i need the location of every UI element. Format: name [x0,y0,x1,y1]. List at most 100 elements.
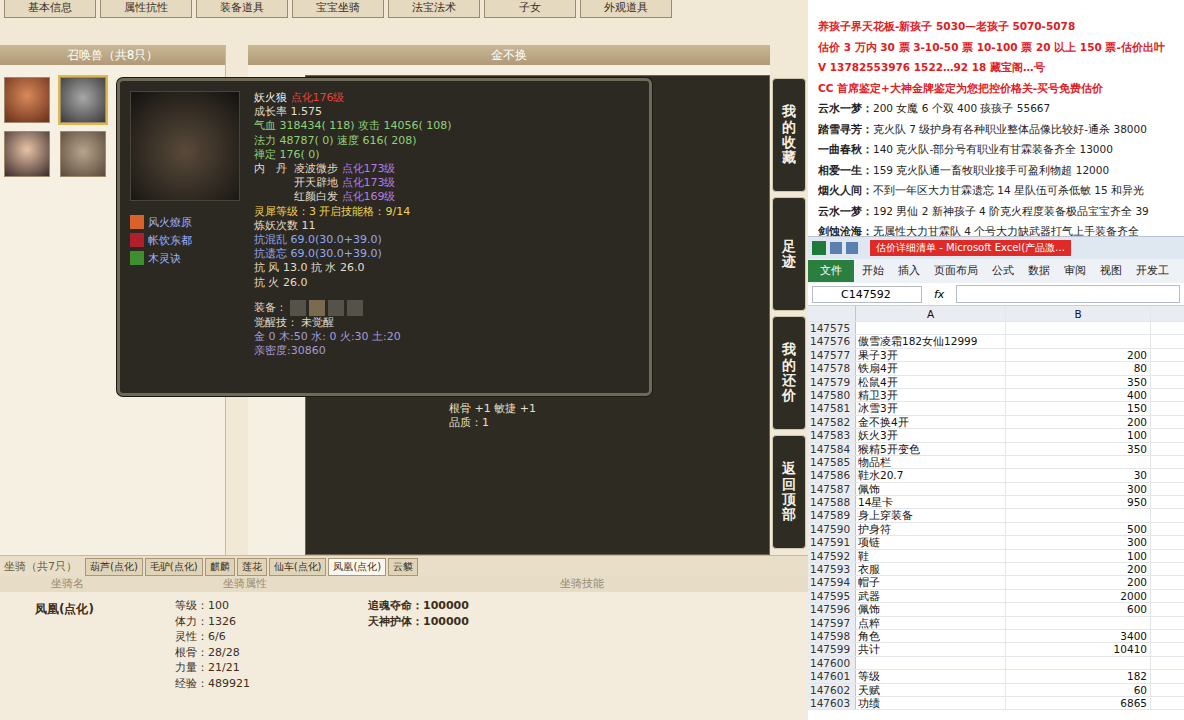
side-button[interactable]: 返回顶部 [772,435,806,549]
mount-tab[interactable]: 凤凰(点化) [328,558,386,576]
cell[interactable] [1006,335,1151,347]
cell[interactable]: 200 [1006,576,1151,588]
top-tab[interactable]: 外观道具 [580,0,672,18]
top-tab[interactable]: 属性抗性 [100,0,192,18]
cell[interactable]: 等级 [856,670,1006,682]
cell[interactable]: 200 [1006,563,1151,575]
cell[interactable]: 200 [1006,416,1151,428]
cell[interactable]: 帽子 [856,576,1006,588]
cell[interactable] [856,657,1006,669]
top-tab[interactable]: 基本信息 [4,0,96,18]
cell[interactable]: 6865 [1006,697,1151,709]
equip-slot[interactable] [328,300,344,316]
cell[interactable]: 150 [1006,402,1151,414]
pet-avatar[interactable] [4,77,50,123]
top-tab[interactable]: 装备道具 [196,0,288,18]
cell[interactable]: 护身符 [856,523,1006,535]
cell[interactable]: 傲雪凌霜182女仙12999 [856,335,1006,347]
name-box[interactable]: C147592 [812,286,922,303]
cell[interactable]: 100 [1006,550,1151,562]
cell[interactable]: 果子3开 [856,349,1006,361]
cell[interactable]: 100 [1006,429,1151,441]
cell[interactable]: 鞋 [856,550,1006,562]
cell[interactable]: 300 [1006,536,1151,548]
cell[interactable] [1006,657,1151,669]
side-button[interactable]: 足迹 [772,197,806,311]
cell[interactable]: 角色 [856,630,1006,642]
cell[interactable]: 300 [1006,483,1151,495]
pet-avatar[interactable] [4,131,50,177]
ribbon-tab[interactable]: 公式 [986,260,1020,282]
mount-tab[interactable]: 莲花 [237,558,267,576]
cell[interactable]: 金不换4开 [856,416,1006,428]
cell[interactable]: 项链 [856,536,1006,548]
cell[interactable]: 182 [1006,670,1151,682]
cell[interactable]: 身上穿装备 [856,509,1006,521]
pet-skill[interactable]: 风火燎原 [130,213,240,231]
pet-skill[interactable]: 帐饮东都 [130,231,240,249]
formula-input[interactable] [956,285,1180,303]
ribbon-tab[interactable]: 开发工 [1130,260,1175,282]
cell[interactable]: 鞋水20.7 [856,469,1006,481]
column-header[interactable]: A [856,306,1006,321]
equip-slot[interactable] [347,300,363,316]
column-header[interactable]: B [1006,306,1151,321]
pet-avatar[interactable] [60,131,106,177]
cell[interactable] [1006,509,1151,521]
mount-tab[interactable]: 毛驴(点化) [145,558,203,576]
cell[interactable]: 点粹 [856,617,1006,629]
ribbon-tab[interactable]: 文件 [808,260,854,282]
cell[interactable] [1006,617,1151,629]
mount-tab[interactable]: 云貘 [388,558,418,576]
ribbon-tab[interactable]: 插入 [892,260,926,282]
cell[interactable]: 物品栏 [856,456,1006,468]
cell[interactable]: 妖火3开 [856,429,1006,441]
top-tab[interactable]: 法宝法术 [388,0,480,18]
pet-avatar[interactable] [60,77,106,123]
cell[interactable] [1006,322,1151,334]
ribbon-tab[interactable]: 开始 [856,260,890,282]
cell[interactable]: 950 [1006,496,1151,508]
cell[interactable]: 80 [1006,362,1151,374]
cell[interactable]: 500 [1006,523,1151,535]
save-icon[interactable] [830,242,842,254]
cell[interactable]: 14星卡 [856,496,1006,508]
cell[interactable]: 精卫3开 [856,389,1006,401]
cell[interactable]: 350 [1006,376,1151,388]
cell[interactable]: 功绩 [856,697,1006,709]
side-button[interactable]: 我的还价 [772,316,806,430]
ribbon-tab[interactable]: 审阅 [1058,260,1092,282]
cell[interactable]: 600 [1006,603,1151,615]
equip-slot[interactable] [290,300,306,316]
ribbon-tab[interactable]: 页面布局 [928,260,984,282]
cell[interactable]: 3400 [1006,630,1151,642]
ribbon-tab[interactable]: 视图 [1094,260,1128,282]
cell[interactable] [1006,456,1151,468]
cell[interactable]: 衣服 [856,563,1006,575]
top-tab[interactable]: 宝宝坐骑 [292,0,384,18]
ribbon-tab[interactable]: 数据 [1022,260,1056,282]
cell[interactable]: 猴精5开变色 [856,443,1006,455]
cell[interactable]: 冰雪3开 [856,402,1006,414]
side-button[interactable]: 我的收藏 [772,78,806,192]
mount-tab[interactable]: 仙车(点化) [269,558,327,576]
mount-tab[interactable]: 麒麟 [205,558,235,576]
cell[interactable]: 松鼠4开 [856,376,1006,388]
cell[interactable]: 铁扇4开 [856,362,1006,374]
cell[interactable]: 2000 [1006,590,1151,602]
equip-slot[interactable] [309,300,325,316]
cell[interactable]: 60 [1006,684,1151,696]
cell[interactable]: 武器 [856,590,1006,602]
cell[interactable]: 400 [1006,389,1151,401]
cell[interactable]: 200 [1006,349,1151,361]
cell[interactable]: 佩饰 [856,483,1006,495]
cell[interactable]: 共计 [856,643,1006,655]
cell[interactable]: 天赋 [856,684,1006,696]
mount-tab[interactable]: 葫芦(点化) [85,558,143,576]
cell[interactable]: 30 [1006,469,1151,481]
cell[interactable]: 350 [1006,443,1151,455]
undo-icon[interactable] [846,242,858,254]
pet-skill[interactable]: 木灵诀 [130,249,240,267]
cell[interactable]: 佩饰 [856,603,1006,615]
fx-button[interactable]: fx [926,288,952,301]
